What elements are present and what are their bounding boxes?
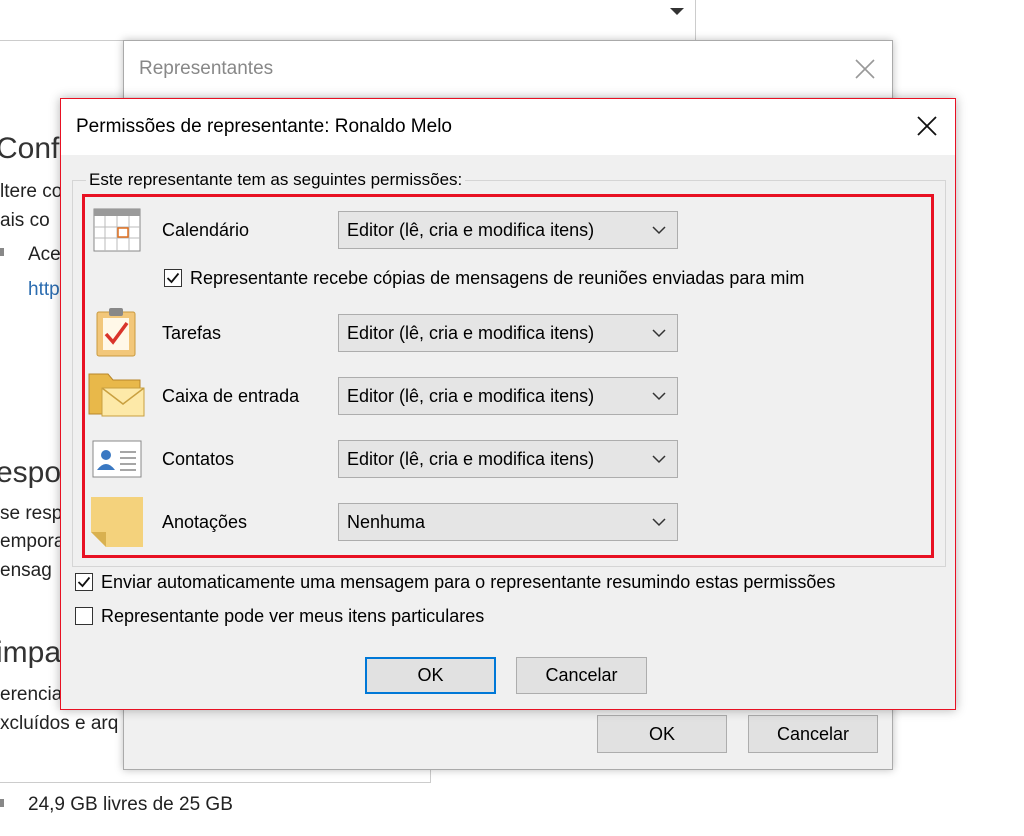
bg-heading-3: impa: [0, 636, 62, 669]
bg-text-4: se resp: [0, 503, 63, 524]
bg-text-5: empora: [0, 531, 65, 552]
inbox-permission-select[interactable]: Editor (lê, cria e modifica itens): [338, 377, 678, 415]
bg-text-7: erencia: [0, 684, 63, 705]
inbox-permission-value: Editor (lê, cria e modifica itens): [347, 385, 595, 406]
inbox-icon: [88, 373, 145, 417]
representantes-title: Representantes: [139, 58, 274, 79]
caret-down-icon: [670, 8, 684, 15]
contacts-permission-value: Editor (lê, cria e modifica itens): [347, 448, 595, 469]
row-label-inbox: Caixa de entrada: [162, 386, 300, 406]
representantes-ok-button[interactable]: OK: [597, 715, 727, 753]
representantes-cancel-button[interactable]: Cancelar: [748, 715, 878, 753]
row-label-notes: Anotações: [162, 512, 248, 532]
bg-text-3: Ace: [28, 244, 61, 265]
notes-icon: [91, 497, 143, 547]
checkmark-icon: [166, 272, 180, 284]
notes-permission-select[interactable]: Nenhuma: [338, 503, 678, 541]
contacts-permission-select[interactable]: Editor (lê, cria e modifica itens): [338, 440, 678, 478]
bg-bullet-1: [0, 248, 4, 256]
bg-text-6: ensag: [0, 560, 52, 581]
bg-heading-1: Confi: [0, 132, 67, 165]
bg-text-1: ltere co: [0, 181, 63, 202]
tasks-icon: [96, 308, 136, 357]
auto-send-label: Enviar automaticamente uma mensagem para…: [101, 572, 836, 592]
group-label: Este representante tem as seguintes perm…: [86, 170, 466, 190]
checkmark-icon: [77, 576, 91, 588]
notes-permission-value: Nenhuma: [347, 511, 426, 532]
ok-button[interactable]: OK: [365, 657, 496, 694]
calendar-permission-value: Editor (lê, cria e modifica itens): [347, 219, 595, 240]
row-label-tasks: Tarefas: [162, 323, 222, 343]
close-icon[interactable]: [916, 115, 938, 137]
meeting-copies-label: Representante recebe cópias de mensagens…: [190, 268, 805, 288]
row-label-calendar: Calendário: [162, 220, 250, 240]
calendar-icon: [93, 208, 141, 252]
chevron-down-icon: [652, 226, 666, 235]
chevron-down-icon: [652, 518, 666, 527]
top-dropdown[interactable]: [0, 0, 696, 41]
meeting-copies-checkbox[interactable]: [164, 269, 182, 287]
chevron-down-icon: [652, 455, 666, 464]
cancel-button[interactable]: Cancelar: [516, 657, 647, 694]
row-label-contacts: Contatos: [162, 449, 235, 469]
contacts-icon: [92, 440, 142, 478]
permissions-title: Permissões de representante: Ronaldo Mel…: [76, 116, 452, 137]
bg-text-8: xcluídos e arq: [0, 713, 119, 734]
bg-bullet-2: [0, 799, 4, 807]
tasks-permission-value: Editor (lê, cria e modifica itens): [347, 322, 595, 343]
close-icon[interactable]: [854, 58, 876, 80]
private-items-checkbox[interactable]: [75, 607, 93, 625]
private-items-label: Representante pode ver meus itens partic…: [101, 606, 485, 626]
tasks-permission-select[interactable]: Editor (lê, cria e modifica itens): [338, 314, 678, 352]
calendar-permission-select[interactable]: Editor (lê, cria e modifica itens): [338, 211, 678, 249]
chevron-down-icon: [652, 329, 666, 338]
auto-send-checkbox[interactable]: [75, 573, 93, 591]
bg-text-2: ais co: [0, 210, 50, 231]
bg-heading-2: espo: [0, 456, 62, 489]
bg-link[interactable]: http: [28, 279, 60, 301]
chevron-down-icon: [652, 392, 666, 401]
storage-text: 24,9 GB livres de 25 GB: [28, 794, 233, 815]
